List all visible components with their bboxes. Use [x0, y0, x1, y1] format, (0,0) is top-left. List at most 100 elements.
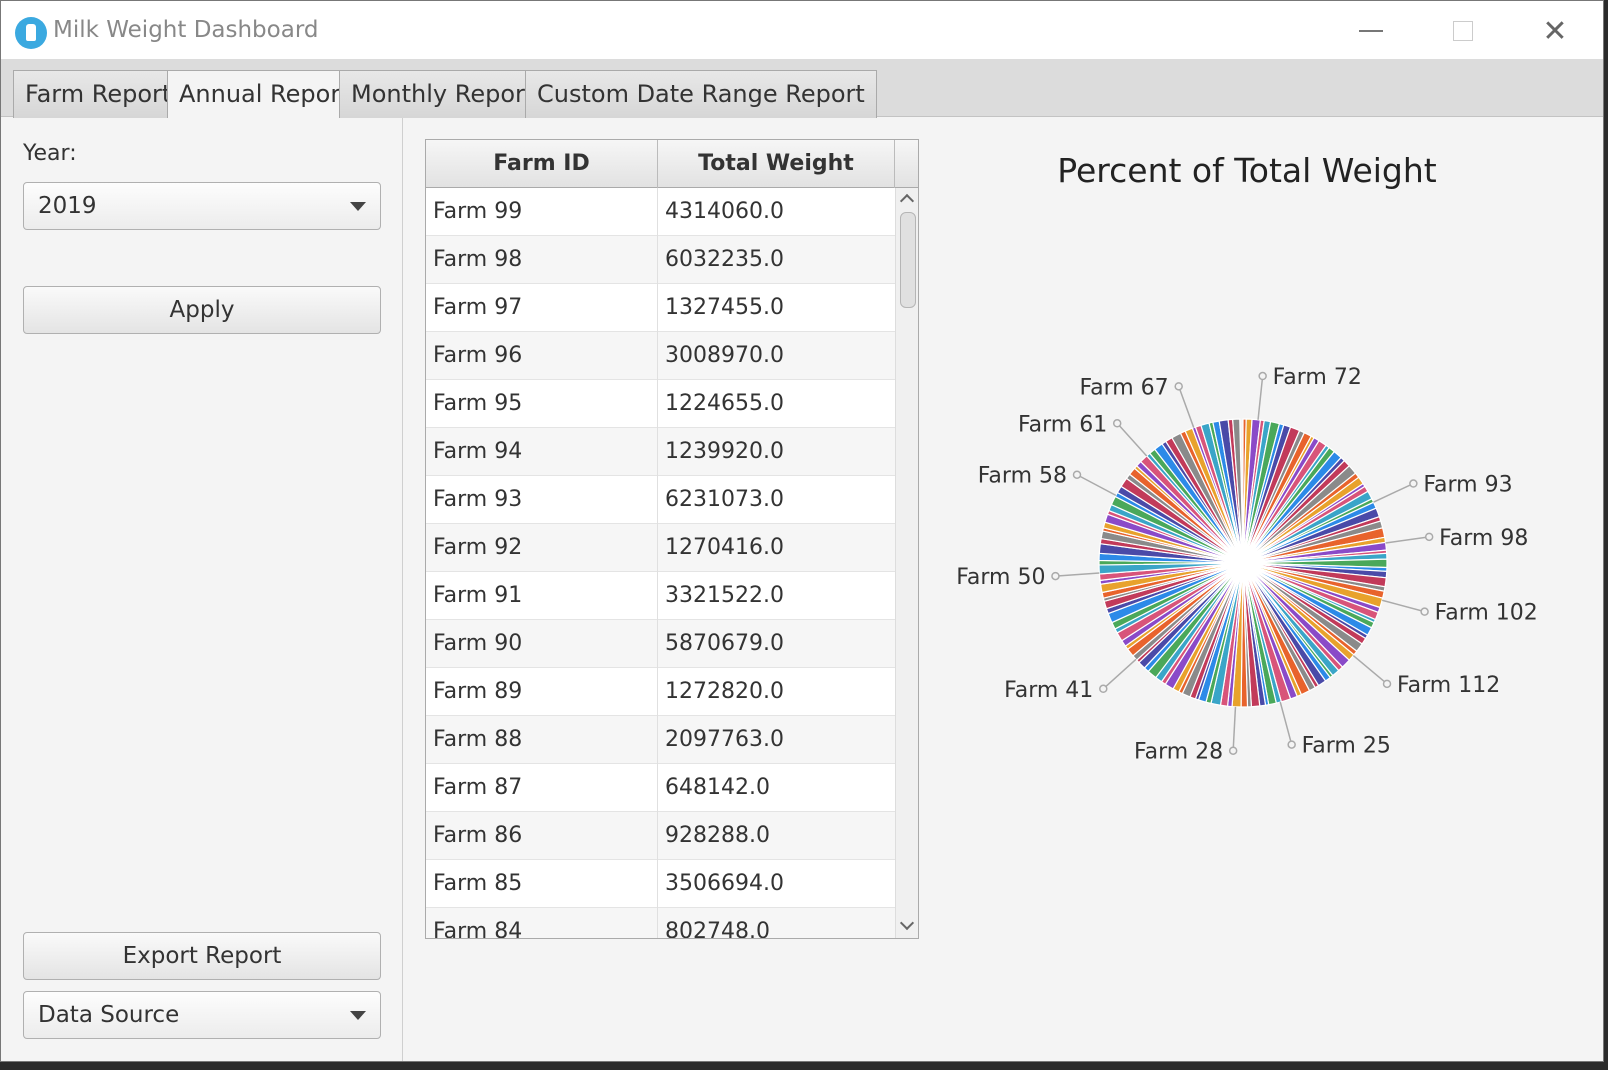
table-row[interactable]: Farm 97 1327455.0 [426, 284, 895, 332]
pie-label: Farm 58 [978, 464, 1067, 489]
total-weight-cell: 5870679.0 [665, 631, 784, 656]
label-anchor-dot [1258, 371, 1267, 381]
pie-label: Farm 61 [1018, 412, 1107, 437]
column-header-farm-id[interactable]: Farm ID [426, 140, 658, 188]
column-divider [657, 764, 658, 812]
total-weight-cell: 1224655.0 [665, 391, 784, 416]
farm-id-cell: Farm 98 [433, 247, 523, 272]
label-leader-line [1352, 654, 1388, 685]
column-divider [657, 476, 658, 524]
label-anchor-dot [1382, 679, 1392, 689]
table-body: Farm 99 4314060.0 Farm 98 6032235.0 Farm 97 1… [426, 188, 895, 939]
label-leader-line [1381, 599, 1425, 613]
column-divider [657, 860, 658, 908]
column-divider [657, 188, 658, 236]
table-row[interactable]: Farm 84 802748.0 [426, 908, 895, 939]
farm-weight-table[interactable]: Farm ID Total Weight Farm 99 4314060.0 Far… [425, 139, 919, 939]
table-row[interactable]: Farm 86 928288.0 [426, 812, 895, 860]
farm-id-cell: Farm 96 [433, 343, 523, 368]
chart-title: Percent of Total Weight [1057, 151, 1437, 190]
tab-farm-report[interactable]: Farm Report [13, 70, 184, 118]
pie-label: Farm 102 [1435, 601, 1538, 626]
label-leader-line [1385, 536, 1430, 544]
scroll-down-icon[interactable] [899, 915, 915, 931]
label-leader-line [1373, 482, 1414, 503]
column-divider [657, 380, 658, 428]
milk-bottle-icon [15, 17, 47, 49]
table-row[interactable]: Farm 96 3008970.0 [426, 332, 895, 380]
label-anchor-dot [1228, 746, 1238, 755]
total-weight-cell: 1327455.0 [665, 295, 784, 320]
tab-annual-report[interactable]: Annual Report [167, 70, 362, 118]
label-anchor-dot [1409, 479, 1418, 488]
total-weight-cell: 1272820.0 [665, 679, 784, 704]
app-window: Milk Weight Dashboard ✕ Farm Report Annu… [0, 0, 1604, 1062]
label-anchor-dot [1051, 571, 1060, 581]
table-row[interactable]: Farm 91 3321522.0 [426, 572, 895, 620]
label-leader-line [1116, 422, 1148, 457]
minimize-button[interactable] [1325, 9, 1417, 53]
table-row[interactable]: Farm 93 6231073.0 [426, 476, 895, 524]
column-divider [657, 620, 658, 668]
farm-id-cell: Farm 95 [433, 391, 523, 416]
total-weight-cell: 1270416.0 [665, 535, 784, 560]
farm-id-cell: Farm 97 [433, 295, 523, 320]
total-weight-cell: 3008970.0 [665, 343, 784, 368]
table-row[interactable]: Farm 85 3506694.0 [426, 860, 895, 908]
data-source-dropdown-value: Data Source [38, 1002, 180, 1028]
maximize-button[interactable] [1417, 9, 1509, 53]
total-weight-cell: 1239920.0 [665, 439, 784, 464]
close-button[interactable]: ✕ [1509, 9, 1601, 53]
chevron-down-icon [350, 1011, 366, 1020]
table-row[interactable]: Farm 94 1239920.0 [426, 428, 895, 476]
apply-button[interactable]: Apply [23, 286, 381, 334]
label-leader-line [1076, 474, 1117, 497]
total-weight-cell: 3506694.0 [665, 871, 784, 896]
total-weight-cell: 2097763.0 [665, 727, 784, 752]
label-leader-line [1102, 658, 1137, 690]
table-row[interactable]: Farm 92 1270416.0 [426, 524, 895, 572]
pie-label: Farm 112 [1397, 673, 1500, 698]
pie-label: Farm 41 [1004, 678, 1093, 703]
total-weight-cell: 4314060.0 [665, 199, 784, 224]
scroll-thumb[interactable] [900, 212, 916, 308]
label-anchor-dot [1420, 607, 1429, 616]
pie-label: Farm 93 [1423, 473, 1512, 498]
column-divider [657, 524, 658, 572]
year-label: Year: [23, 141, 77, 166]
table-row[interactable]: Farm 95 1224655.0 [426, 380, 895, 428]
pie-label: Farm 28 [1134, 740, 1223, 765]
tab-monthly-report[interactable]: Monthly Report [339, 70, 547, 118]
window-title: Milk Weight Dashboard [53, 17, 319, 43]
left-panel: Year: 2019 Apply Export Report Data Sour… [1, 118, 403, 1061]
pie-label: Farm 72 [1273, 365, 1362, 390]
total-weight-cell: 6032235.0 [665, 247, 784, 272]
total-weight-cell: 928288.0 [665, 823, 770, 848]
column-header-total-weight[interactable]: Total Weight [658, 140, 895, 188]
data-source-dropdown[interactable]: Data Source [23, 991, 381, 1039]
year-dropdown[interactable]: 2019 [23, 182, 381, 230]
farm-id-cell: Farm 93 [433, 487, 523, 512]
title-bar: Milk Weight Dashboard ✕ [1, 1, 1603, 59]
total-weight-cell: 6231073.0 [665, 487, 784, 512]
column-divider [657, 908, 658, 938]
export-report-button[interactable]: Export Report [23, 932, 381, 980]
table-row[interactable]: Farm 89 1272820.0 [426, 668, 895, 716]
tab-custom-date-range-report[interactable]: Custom Date Range Report [525, 70, 877, 118]
table-row[interactable]: Farm 90 5870679.0 [426, 620, 895, 668]
table-row[interactable]: Farm 98 6032235.0 [426, 236, 895, 284]
column-divider [657, 236, 658, 284]
farm-id-cell: Farm 92 [433, 535, 523, 560]
scroll-up-icon[interactable] [899, 193, 915, 209]
farm-id-cell: Farm 85 [433, 871, 523, 896]
farm-id-cell: Farm 99 [433, 199, 523, 224]
farm-id-cell: Farm 91 [433, 583, 523, 608]
farm-id-cell: Farm 84 [433, 919, 523, 939]
table-header: Farm ID Total Weight [426, 140, 918, 188]
table-scrollbar[interactable] [895, 188, 918, 938]
table-row[interactable]: Farm 88 2097763.0 [426, 716, 895, 764]
farm-id-cell: Farm 86 [433, 823, 523, 848]
label-anchor-dot [1174, 382, 1183, 391]
table-row[interactable]: Farm 99 4314060.0 [426, 188, 895, 236]
table-row[interactable]: Farm 87 648142.0 [426, 764, 895, 812]
